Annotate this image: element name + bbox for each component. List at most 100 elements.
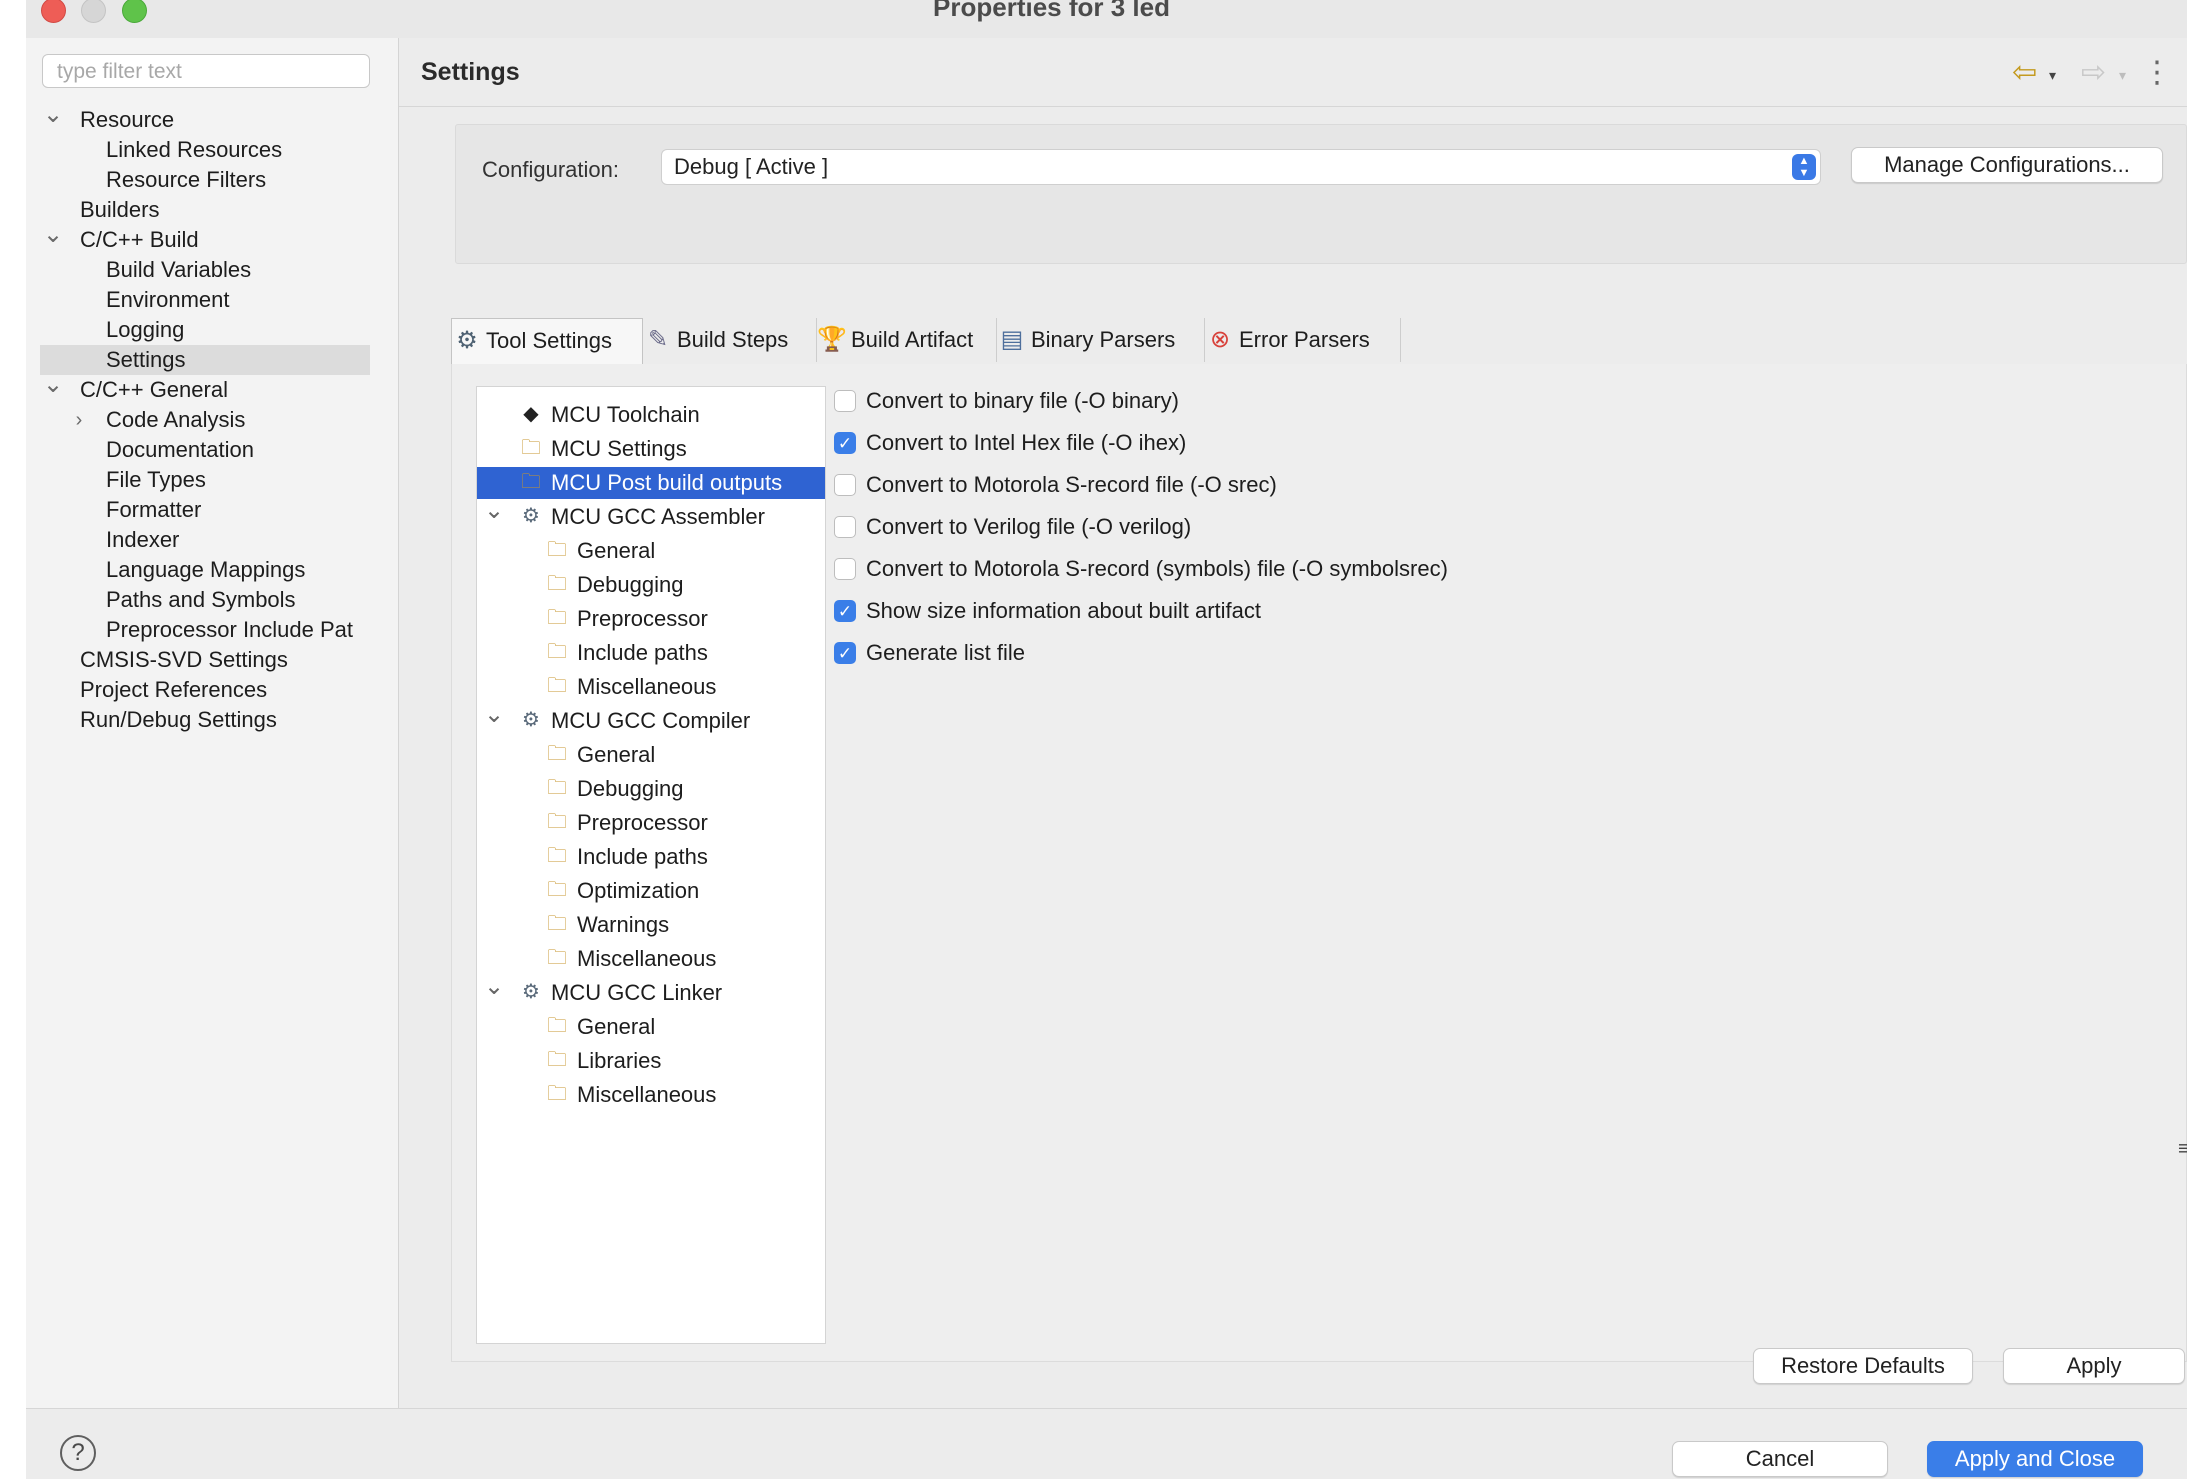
folder-gear-icon: 🗀 — [547, 879, 567, 901]
manage-configurations-button[interactable]: Manage Configurations... — [1851, 147, 2163, 183]
nav-item[interactable]: ⌄ C/C++ General — [40, 375, 370, 405]
tree-item[interactable]: ⌄ ⚙ MCU GCC Linker — [477, 977, 825, 1009]
nav-item[interactable]: Settings — [40, 345, 370, 375]
tab-error-parsers[interactable]: ⊗ Error Parsers — [1205, 318, 1401, 362]
gear-icon: ⚙ — [522, 981, 540, 1003]
tree-item[interactable]: 🗀 Miscellaneous — [477, 943, 825, 975]
option-checkbox[interactable] — [834, 558, 856, 580]
filter-input[interactable]: type filter text — [42, 54, 370, 88]
nav-item[interactable]: › Code Analysis — [40, 405, 370, 435]
option-checkbox[interactable]: ✓ — [834, 432, 856, 454]
tree-item-label: MCU GCC Compiler — [551, 708, 751, 733]
option-checkbox[interactable] — [834, 390, 856, 412]
nav-item-label: Settings — [106, 347, 186, 372]
nav-item[interactable]: ⌄ C/C++ Build — [40, 225, 370, 255]
title-bar: Properties for 3 led — [26, 0, 2187, 38]
tree-item[interactable]: ◆ MCU Toolchain — [477, 399, 825, 431]
nav-item[interactable]: Language Mappings — [40, 555, 370, 585]
nav-item[interactable]: Logging — [40, 315, 370, 345]
build-steps-icon: ✎ — [647, 326, 669, 353]
option-checkbox[interactable]: ✓ — [834, 600, 856, 622]
chevron-down-icon[interactable]: ⌄ — [40, 225, 66, 250]
tree-item[interactable]: 🗀 General — [477, 739, 825, 771]
help-icon[interactable]: ? — [60, 1435, 96, 1471]
tree-item[interactable]: 🗀 MCU Post build outputs — [477, 467, 825, 499]
tree-item-label: Miscellaneous — [577, 946, 717, 971]
nav-item-label: Resource Filters — [106, 167, 267, 192]
tree-item-label: General — [577, 742, 656, 767]
nav-item[interactable]: Paths and Symbols — [40, 585, 370, 615]
tree-item[interactable]: 🗀 Debugging — [477, 569, 825, 601]
cancel-button[interactable]: Cancel — [1672, 1441, 1888, 1477]
tree-item[interactable]: 🗀 General — [477, 535, 825, 567]
tree-item-label: Miscellaneous — [577, 1082, 717, 1107]
folder-gear-icon: 🗀 — [547, 1049, 567, 1071]
tab-build-steps[interactable]: ✎ Build Steps — [643, 318, 817, 362]
more-options-icon[interactable]: ⋮ — [2142, 56, 2172, 90]
chevron-down-icon[interactable]: ⌄ — [482, 705, 506, 731]
nav-item-label: Code Analysis — [106, 407, 246, 432]
option-checkbox[interactable] — [834, 474, 856, 496]
nav-item[interactable]: Preprocessor Include Pat — [40, 615, 370, 645]
tree-item[interactable]: 🗀 Warnings — [477, 909, 825, 941]
tree-item[interactable]: 🗀 Preprocessor — [477, 603, 825, 635]
tree-item-label: MCU GCC Linker — [551, 980, 723, 1005]
chevron-down-icon[interactable]: ⌄ — [482, 501, 506, 527]
tree-item[interactable]: 🗀 Miscellaneous — [477, 1079, 825, 1111]
tree-item[interactable]: ⌄ ⚙ MCU GCC Compiler — [477, 705, 825, 737]
chevron-right-icon[interactable]: › — [66, 405, 92, 435]
window-title: Properties for 3 led — [933, 0, 1170, 22]
chevron-down-icon[interactable]: ⌄ — [482, 977, 506, 1003]
nav-item[interactable]: Environment — [40, 285, 370, 315]
nav-item[interactable]: Run/Debug Settings — [40, 705, 370, 735]
tree-item-label: Warnings — [577, 912, 670, 937]
tree-item[interactable]: 🗀 General — [477, 1011, 825, 1043]
nav-item[interactable]: Build Variables — [40, 255, 370, 285]
tree-item[interactable]: 🗀 Libraries — [477, 1045, 825, 1077]
resize-handle-icon[interactable]: ≡ — [2178, 1138, 2187, 1161]
nav-item[interactable]: Project References — [40, 675, 370, 705]
tree-item[interactable]: ⌄ ⚙ MCU GCC Assembler — [477, 501, 825, 533]
nav-item[interactable]: Formatter — [40, 495, 370, 525]
tree-item[interactable]: 🗀 Include paths — [477, 841, 825, 873]
tree-item[interactable]: 🗀 Preprocessor — [477, 807, 825, 839]
back-arrow-icon[interactable]: ⇦ — [2012, 56, 2037, 90]
option-checkbox[interactable] — [834, 516, 856, 538]
nav-item[interactable]: Documentation — [40, 435, 370, 465]
build-artifact-icon: 🏆 — [817, 326, 847, 353]
gear-icon: ⚙ — [522, 505, 540, 527]
tab-label: Build Steps — [677, 327, 789, 352]
folder-gear-icon: 🗀 — [547, 1015, 567, 1037]
tree-item[interactable]: 🗀 Include paths — [477, 637, 825, 669]
apply-button[interactable]: Apply — [2003, 1348, 2185, 1384]
settings-header: Settings ⇦ ▾ ⇨ ▾ ⋮ — [399, 38, 2187, 107]
option-checkbox[interactable]: ✓ — [834, 642, 856, 664]
nav-item[interactable]: Builders — [40, 195, 370, 225]
restore-defaults-button[interactable]: Restore Defaults — [1753, 1348, 1973, 1384]
tree-item-label: Miscellaneous — [577, 674, 717, 699]
configuration-select[interactable]: Debug [ Active ] ▲ ▼ — [661, 149, 1821, 185]
nav-item[interactable]: Linked Resources — [40, 135, 370, 165]
nav-item[interactable]: Indexer — [40, 525, 370, 555]
tree-item-label: Libraries — [577, 1048, 662, 1073]
nav-item-label: Logging — [106, 317, 185, 342]
chevron-down-icon[interactable]: ⌄ — [40, 105, 66, 130]
option-label: Convert to binary file (-O binary) — [866, 388, 1179, 413]
nav-item[interactable]: Resource Filters — [40, 165, 370, 195]
apply-and-close-button[interactable]: Apply and Close — [1927, 1441, 2143, 1477]
tree-item[interactable]: 🗀 Miscellaneous — [477, 671, 825, 703]
tree-item[interactable]: 🗀 Debugging — [477, 773, 825, 805]
tree-item[interactable]: 🗀 MCU Settings — [477, 433, 825, 465]
nav-item[interactable]: File Types — [40, 465, 370, 495]
tab-build-artifact[interactable]: 🏆 Build Artifact — [817, 318, 997, 362]
chevron-down-icon[interactable]: ⌄ — [40, 375, 66, 400]
back-dropdown-icon[interactable]: ▾ — [2049, 58, 2056, 92]
tree-item[interactable]: 🗀 Optimization — [477, 875, 825, 907]
nav-item[interactable]: ⌄ Resource — [40, 105, 370, 135]
nav-item[interactable]: CMSIS-SVD Settings — [40, 645, 370, 675]
select-arrows-icon: ▲ ▼ — [1792, 154, 1816, 180]
forward-dropdown-icon: ▾ — [2119, 67, 2127, 83]
tab-binary-parsers[interactable]: ▤ Binary Parsers — [997, 318, 1205, 362]
tab-tool-settings[interactable]: ⚙ Tool Settings — [451, 318, 643, 364]
nav-item-label: Environment — [106, 287, 230, 312]
